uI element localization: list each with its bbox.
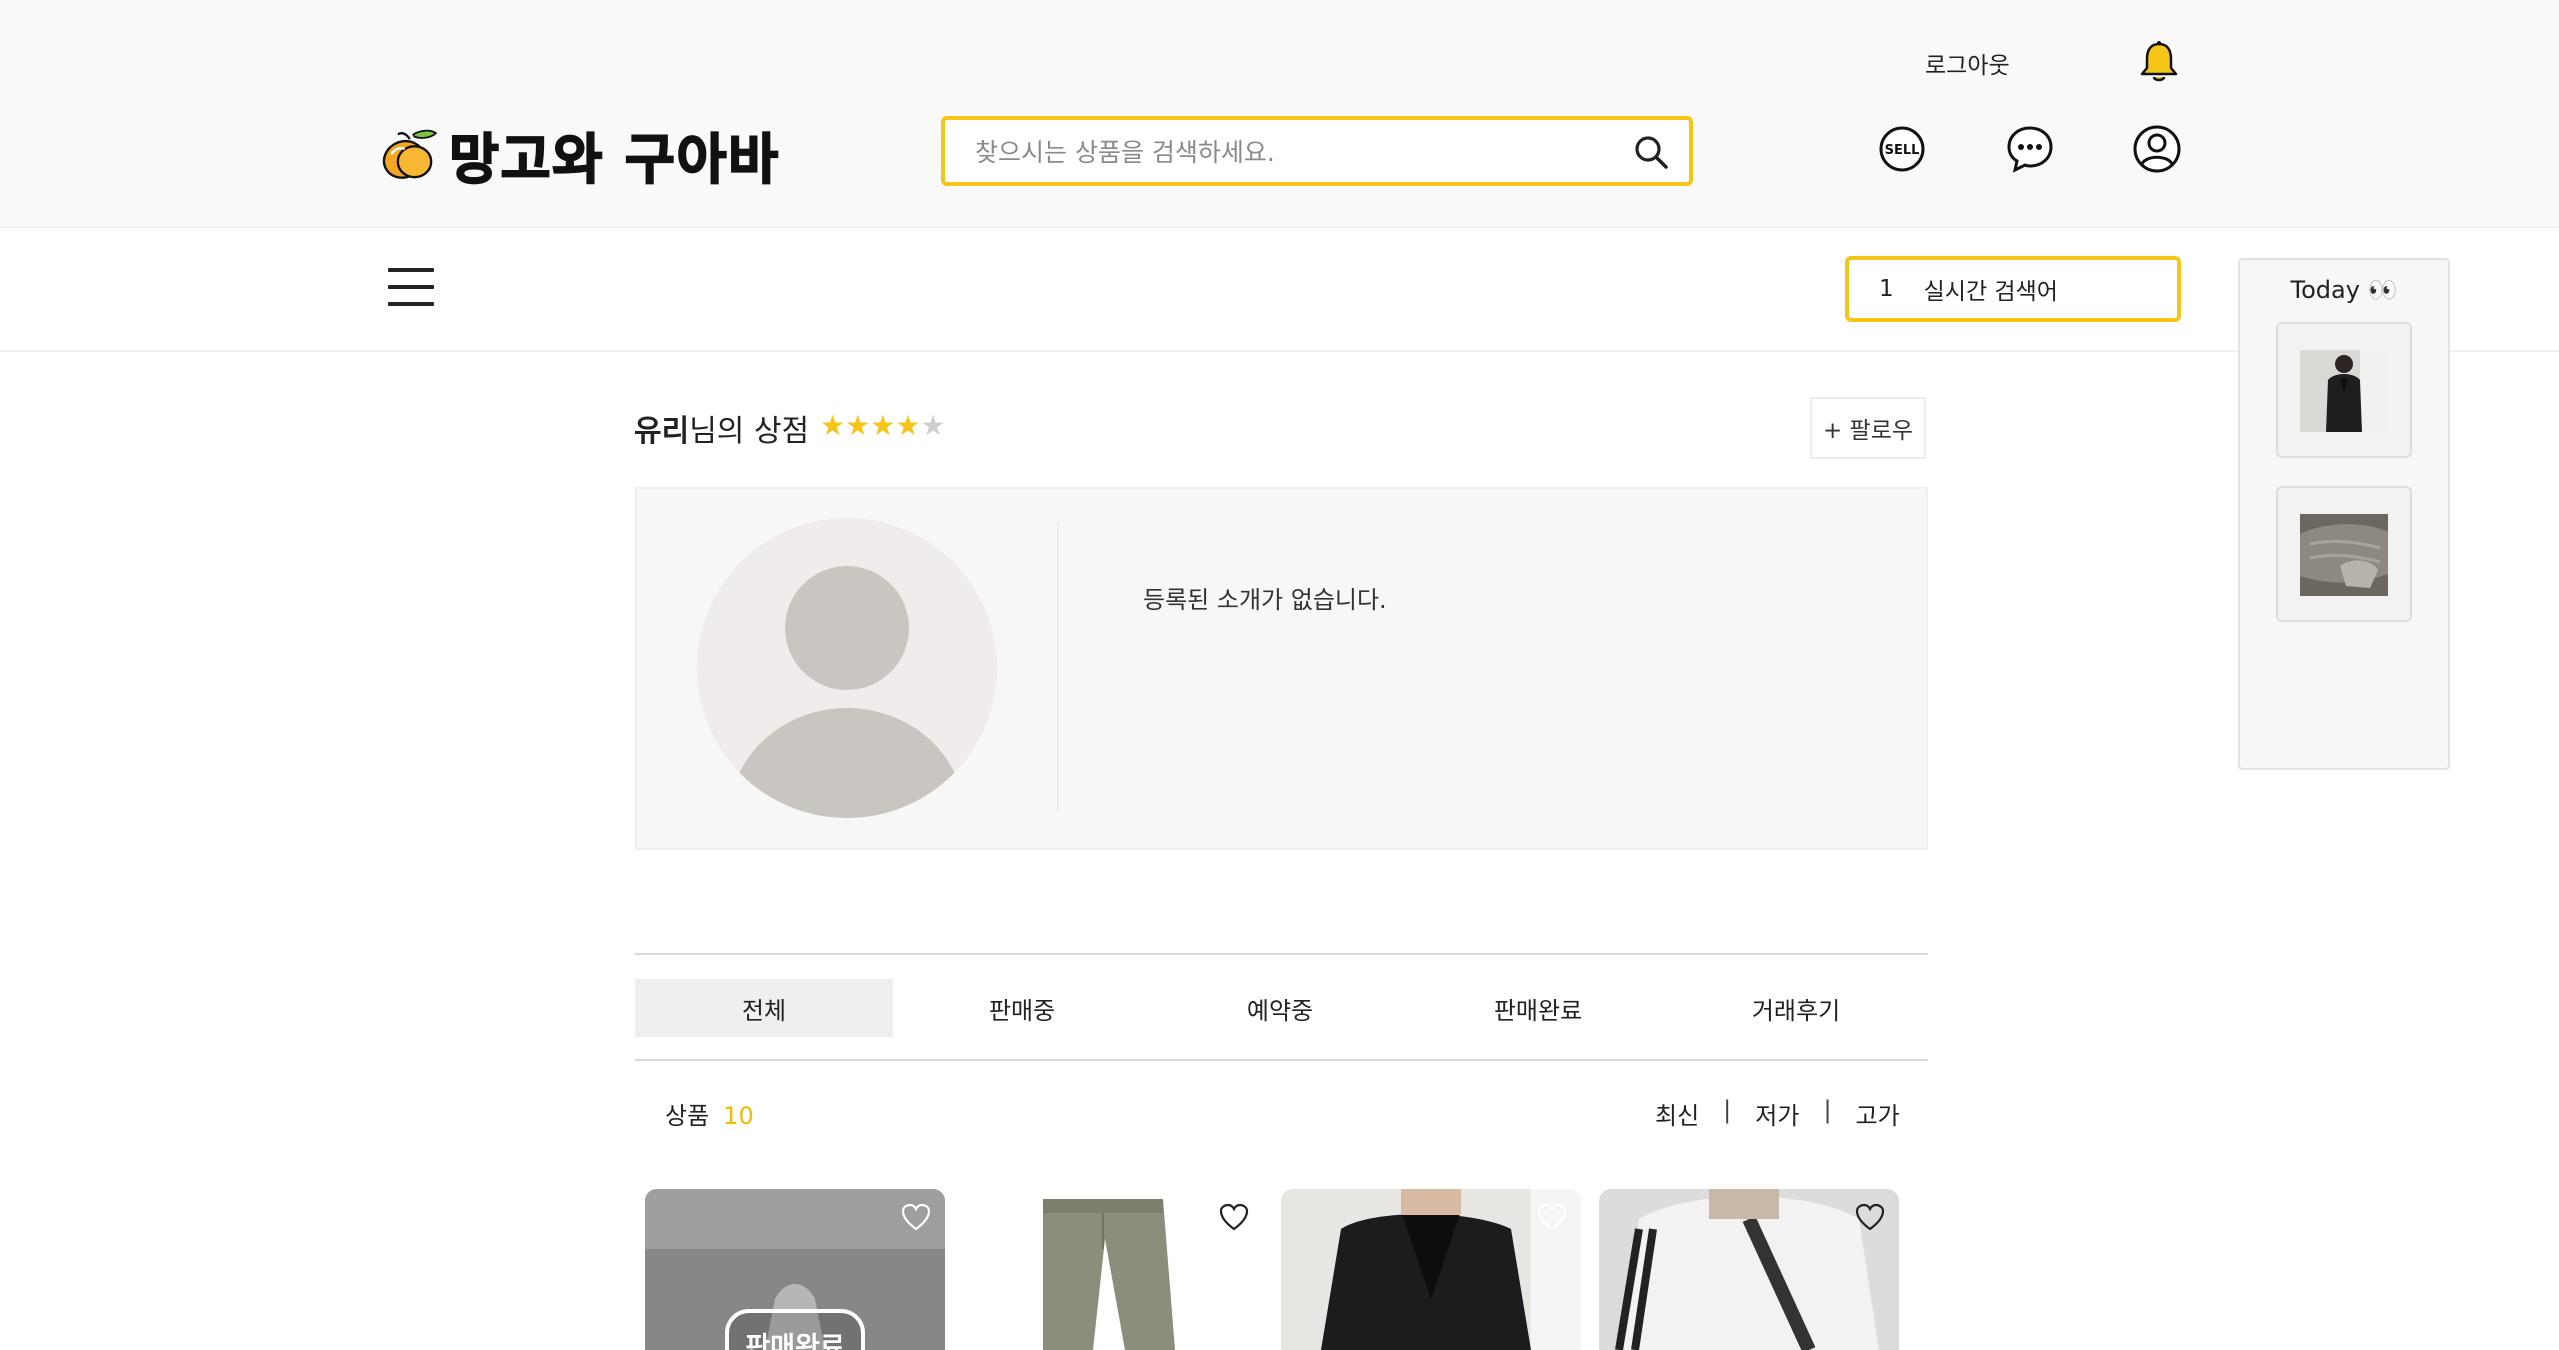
site-logo[interactable]: 망고와 구아바 xyxy=(380,104,780,204)
avatar xyxy=(697,518,997,818)
store-intro-text: 등록된 소개가 없습니다. xyxy=(1143,586,1387,614)
search-input[interactable] xyxy=(973,120,1617,184)
product-card[interactable] xyxy=(1599,1189,1899,1350)
heart-icon[interactable] xyxy=(901,1203,931,1231)
sort-options: 최신 | 저가 | 고가 xyxy=(1655,1096,1900,1131)
realtime-search-ticker[interactable]: 1 실시간 검색어 xyxy=(1845,256,2181,322)
star-icon: ★ xyxy=(845,409,871,442)
store-tabs: 전체 판매중 예약중 판매완료 거래후기 xyxy=(635,953,1928,1061)
sort-separator: | xyxy=(1823,1096,1832,1124)
tab-reserved[interactable]: 예약중 xyxy=(1151,979,1409,1037)
black-blazer-photo xyxy=(1281,1189,1581,1350)
heart-icon[interactable] xyxy=(1855,1203,1885,1231)
star-icon: ★ xyxy=(870,409,896,442)
product-card[interactable] xyxy=(1281,1189,1581,1350)
profile-divider xyxy=(1057,522,1059,812)
store-rating: ★★★★★ xyxy=(820,409,946,442)
heart-icon[interactable] xyxy=(1219,1203,1249,1231)
product-card[interactable] xyxy=(963,1189,1263,1350)
search-bar xyxy=(941,116,1693,186)
khaki-pants-photo xyxy=(963,1189,1263,1350)
realtime-label: 실시간 검색어 xyxy=(1923,279,2058,305)
product-count: 상품 10 xyxy=(665,1096,754,1131)
today-title: Today 👀 xyxy=(2290,276,2398,304)
product-count-value: 10 xyxy=(723,1102,754,1130)
tab-all[interactable]: 전체 xyxy=(635,979,893,1037)
logout-link[interactable]: 로그아웃 xyxy=(1925,46,2010,80)
sort-separator: | xyxy=(1723,1096,1732,1124)
store-owner-name: 유리 xyxy=(634,414,690,449)
svg-text:SELL: SELL xyxy=(1885,143,1920,158)
logo-text: 망고와 구아바 xyxy=(448,127,780,192)
tab-reviews[interactable]: 거래후기 xyxy=(1667,979,1925,1037)
today-item-thumb[interactable] xyxy=(2276,486,2412,622)
tab-sold-out[interactable]: 판매완료 xyxy=(1409,979,1667,1037)
white-track-jacket-photo xyxy=(1599,1189,1899,1350)
realtime-rank: 1 xyxy=(1879,276,1894,302)
store-title: 유리님의 상점 xyxy=(634,406,809,450)
heart-icon[interactable] xyxy=(1537,1203,1567,1231)
sell-icon[interactable]: SELL xyxy=(1877,124,1927,174)
star-empty-icon: ★ xyxy=(920,409,946,442)
sort-high-price[interactable]: 고가 xyxy=(1856,1096,1900,1131)
bell-icon[interactable] xyxy=(2139,40,2179,84)
store-title-suffix: 님의 상점 xyxy=(689,414,810,449)
product-card[interactable]: 판매완료 xyxy=(645,1189,945,1350)
search-icon[interactable] xyxy=(1633,134,1669,170)
chat-icon[interactable] xyxy=(2005,124,2055,174)
star-icon: ★ xyxy=(820,409,846,442)
user-icon[interactable] xyxy=(2132,124,2182,174)
product-count-label: 상품 xyxy=(665,1102,710,1130)
sort-low-price[interactable]: 저가 xyxy=(1755,1096,1799,1131)
knit-sweater-thumb xyxy=(2300,514,2388,596)
mango-logo-icon xyxy=(382,129,438,179)
today-item-thumb[interactable] xyxy=(2276,322,2412,458)
hamburger-menu-icon[interactable] xyxy=(388,268,434,308)
tab-on-sale[interactable]: 판매중 xyxy=(893,979,1151,1037)
default-avatar-icon xyxy=(729,566,965,818)
sold-out-badge: 판매완료 xyxy=(725,1309,865,1350)
star-icon: ★ xyxy=(895,409,921,442)
sort-latest[interactable]: 최신 xyxy=(1655,1096,1699,1131)
today-viewed-panel: Today 👀 xyxy=(2238,258,2450,770)
follow-button[interactable]: + 팔로우 xyxy=(1810,397,1926,459)
black-jacket-thumb xyxy=(2300,350,2388,432)
